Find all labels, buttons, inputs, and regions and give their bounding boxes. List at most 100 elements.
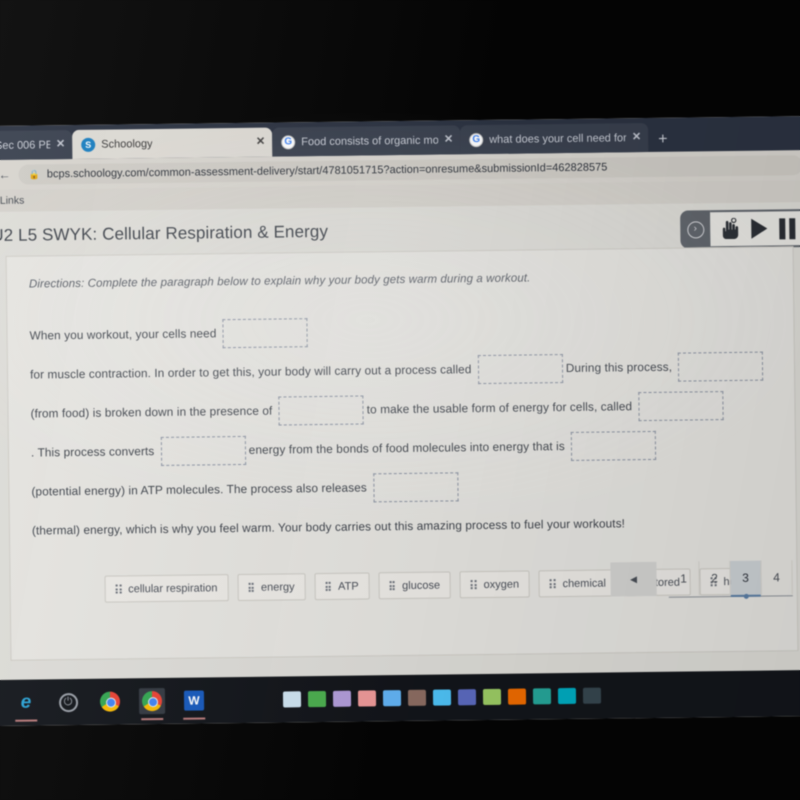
answer-blank-2[interactable] <box>477 354 564 385</box>
taskbar-tray <box>282 687 602 708</box>
media-player-toolbar: › <box>680 208 800 250</box>
tray-app-dark-icon[interactable] <box>582 687 602 704</box>
taskbar-edge-icon[interactable]: e <box>13 689 39 715</box>
tray-shield-icon[interactable] <box>482 688 502 706</box>
word-bank-chip-label: energy <box>260 580 295 594</box>
tray-settings-icon[interactable] <box>457 689 477 706</box>
lock-icon: 🔒 <box>28 168 40 180</box>
browser-tab-1[interactable]: ): Sec 006 PER03 | ✕ <box>0 130 73 161</box>
fill-in-the-blank-paragraph: When you workout, your cells need for mu… <box>29 307 774 550</box>
monitor-photo: ): Sec 006 PER03 | ✕ S Schoology ✕ G Foo… <box>0 0 800 800</box>
bookmark-ps-links[interactable]: PS Links <box>0 195 24 208</box>
answer-blank-1[interactable] <box>222 318 309 349</box>
new-tab-button[interactable]: + <box>648 131 678 152</box>
browser-tab-3[interactable]: G Food consists of organic molecul ✕ <box>272 125 461 157</box>
paragraph-text: (potential energy) in ATP molecules. The… <box>31 480 371 499</box>
taskbar-word-icon[interactable]: W <box>181 687 207 713</box>
close-icon[interactable]: ✕ <box>256 136 265 148</box>
browser-tab-4-title: what does your cell need for mu <box>489 131 627 146</box>
tray-play-icon[interactable] <box>307 690 327 708</box>
drag-handle-icon[interactable] <box>389 581 396 591</box>
answer-blank-3[interactable] <box>678 351 764 383</box>
word-glyph: W <box>183 690 205 711</box>
paragraph-text: During this process, <box>565 359 676 376</box>
directions-text: Directions: Complete the paragraph below… <box>28 272 531 291</box>
player-expand-button[interactable]: › <box>680 210 711 249</box>
address-bar-url: bcps.schoology.com/common-assessment-del… <box>46 161 608 181</box>
browser-tab-3-title: Food consists of organic molecul <box>301 134 439 148</box>
pause-icon[interactable] <box>779 217 796 239</box>
word-bank-chip[interactable]: energy <box>237 573 306 602</box>
word-bank-chip[interactable]: ATP <box>314 572 370 601</box>
word-bank-chip-label: cellular respiration <box>128 581 218 595</box>
page-content: U2 L5 SWYK: Cellular Respiration & Energ… <box>0 202 800 706</box>
pagination-page-1[interactable]: 1 <box>668 561 700 596</box>
edge-glyph: e <box>20 691 32 713</box>
play-icon[interactable] <box>751 218 768 239</box>
taskbar-chrome-canary-icon[interactable] <box>138 687 166 715</box>
answer-blank-7[interactable] <box>571 431 657 462</box>
page-title: U2 L5 SWYK: Cellular Respiration & Energ… <box>0 221 329 246</box>
word-bank-chip-label: oxygen <box>483 578 520 591</box>
tray-cloud-icon[interactable] <box>432 689 452 706</box>
tray-image-icon[interactable] <box>382 690 402 707</box>
answer-blank-6[interactable] <box>160 436 246 467</box>
word-bank-chip-label: glucose <box>402 579 441 592</box>
paragraph-text: When you workout, your cells need <box>29 326 220 343</box>
google-icon: G <box>469 132 484 147</box>
tray-app-cyan-icon[interactable] <box>557 687 577 705</box>
paragraph-text: to make the usable form of energy for ce… <box>366 399 636 417</box>
word-bank-chip-label: chemical <box>562 577 606 590</box>
paragraph-text: for muscle contraction. In order to get … <box>29 362 475 382</box>
address-bar[interactable]: 🔒 bcps.schoology.com/common-assessment-d… <box>18 155 800 185</box>
player-controls <box>710 209 800 249</box>
answer-blank-5[interactable] <box>638 391 724 422</box>
pagination-page-4[interactable]: 4 <box>761 560 793 595</box>
tray-app-orange-icon[interactable] <box>507 688 527 705</box>
chevron-right-icon: › <box>686 220 704 239</box>
drag-handle-icon[interactable] <box>470 580 477 590</box>
google-icon: G <box>281 134 296 149</box>
paragraph-text: (from food) is broken down in the presen… <box>30 403 276 421</box>
schoology-icon: S <box>81 137 96 152</box>
pagination-page-3[interactable]: 3 <box>730 560 762 596</box>
question-card: Directions: Complete the paragraph below… <box>5 246 799 661</box>
word-bank-chip[interactable]: oxygen <box>459 570 531 599</box>
tray-app-teal-icon[interactable] <box>532 688 552 705</box>
close-icon[interactable]: ✕ <box>444 133 453 145</box>
windows-taskbar: e ⏻ W <box>0 669 800 726</box>
pagination-page-2[interactable]: 2 <box>699 561 731 596</box>
tray-chrome-small-icon[interactable] <box>407 689 427 706</box>
pagination: ◀ 1234 <box>610 560 793 598</box>
power-glyph: ⏻ <box>58 692 78 712</box>
word-bank-chip[interactable]: glucose <box>378 571 452 600</box>
pagination-prev-button[interactable]: ◀ <box>610 561 657 597</box>
tray-abc-icon[interactable] <box>357 690 377 707</box>
browser-tab-4[interactable]: G what does your cell need for mu ✕ <box>460 122 649 155</box>
back-icon[interactable]: ← <box>0 168 11 182</box>
browser-tab-2[interactable]: S Schoology ✕ <box>72 127 273 160</box>
tray-photos-icon[interactable] <box>282 691 302 708</box>
answer-blank-8[interactable] <box>373 472 459 503</box>
tray-notes-icon[interactable] <box>332 690 352 707</box>
drag-handle-icon[interactable] <box>549 579 556 589</box>
word-bank-chip[interactable]: chemical <box>538 569 618 598</box>
paragraph-text: (thermal) energy, which is why you feel … <box>31 516 626 538</box>
drag-handle-icon[interactable] <box>115 584 122 594</box>
chrome-glyph <box>99 691 121 712</box>
paragraph-text: . This process converts <box>30 443 158 460</box>
chrome-canary-glyph <box>141 690 163 712</box>
taskbar-chrome-icon[interactable] <box>97 688 123 714</box>
close-icon[interactable]: ✕ <box>56 138 65 150</box>
drag-handle-icon[interactable] <box>248 582 254 592</box>
browser-tab-2-title: Schoology <box>101 137 153 151</box>
drag-handle-icon[interactable] <box>325 581 332 591</box>
browser-tab-1-title: ): Sec 006 PER03 | <box>0 138 51 152</box>
screen-area: ): Sec 006 PER03 | ✕ S Schoology ✕ G Foo… <box>0 116 800 726</box>
word-bank-chip-label: ATP <box>337 580 359 593</box>
answer-blank-4[interactable] <box>278 395 364 426</box>
taskbar-power-icon[interactable]: ⏻ <box>55 689 81 715</box>
close-icon[interactable]: ✕ <box>632 131 641 143</box>
word-bank-chip[interactable]: cellular respiration <box>104 574 229 603</box>
pointing-hand-icon[interactable] <box>720 217 739 240</box>
